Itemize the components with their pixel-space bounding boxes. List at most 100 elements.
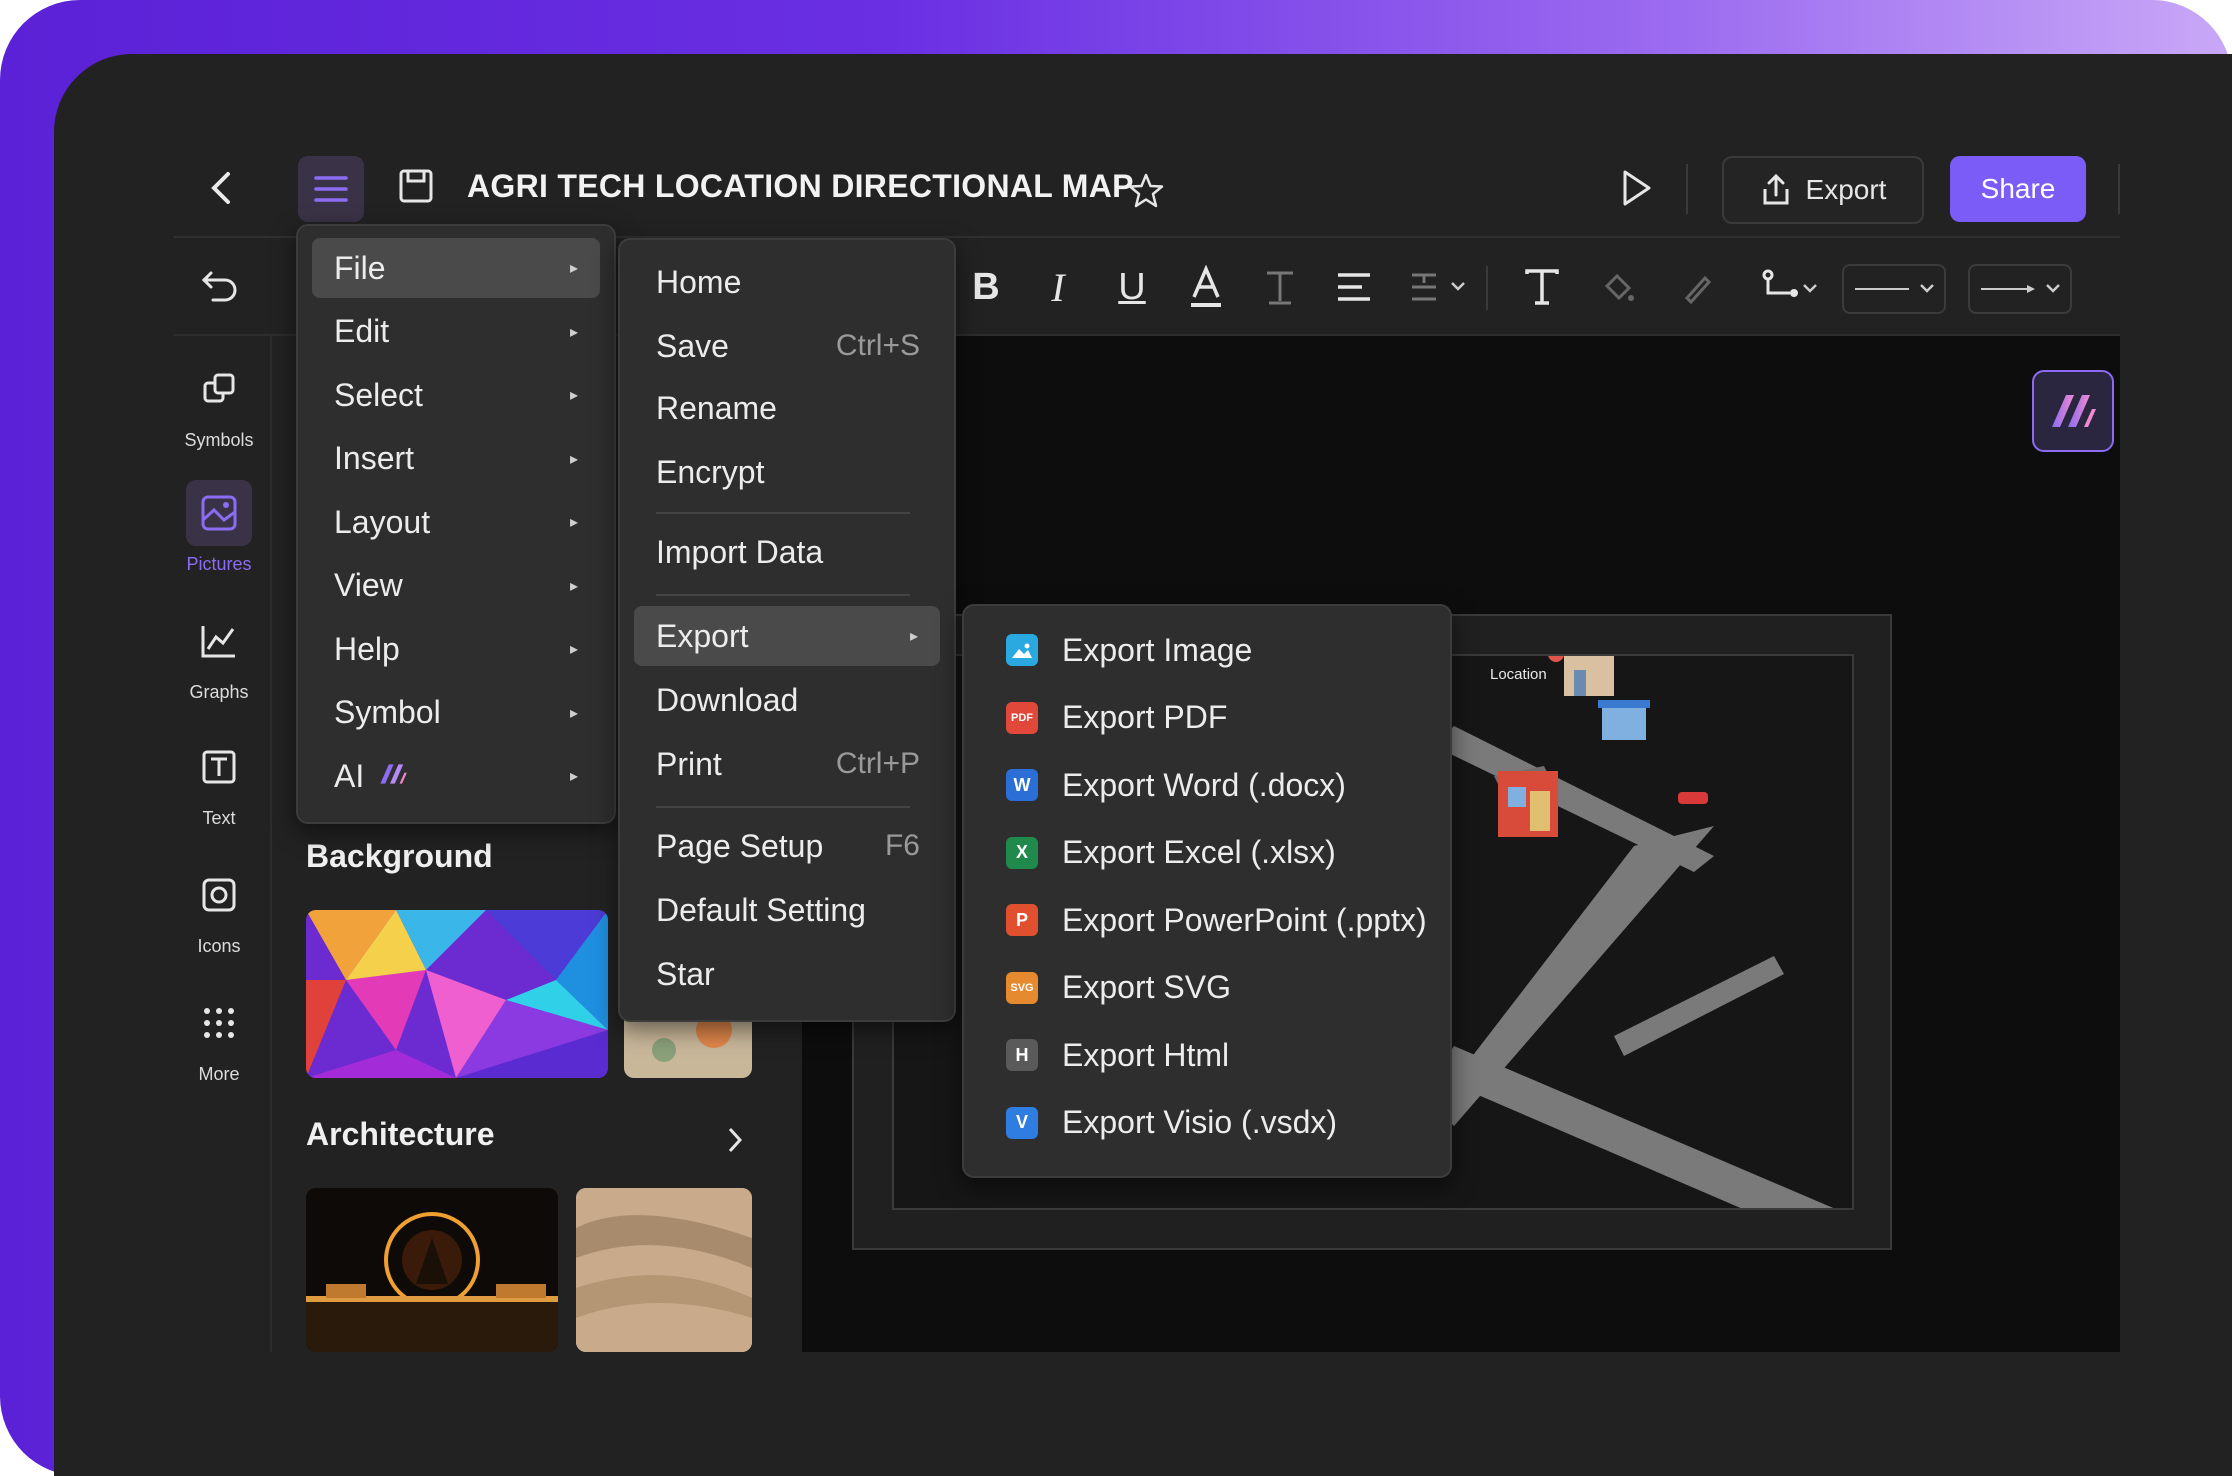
menu-rename-label: Rename <box>656 389 777 426</box>
export-menu-item[interactable]: V Export Visio (.vsdx) <box>978 1093 1436 1153</box>
chevron-right-icon: ▸ <box>569 387 578 404</box>
menu-download[interactable]: Download <box>634 670 940 730</box>
menu-export[interactable]: Export ▸ <box>634 606 940 666</box>
file-menu-item-layout[interactable]: Layout ▸ <box>312 492 600 552</box>
rail-item-label: More <box>198 1064 240 1084</box>
menu-rename[interactable]: Rename <box>634 378 940 438</box>
export-menu-item[interactable]: X Export Excel (.xlsx) <box>978 823 1436 883</box>
undo-button[interactable] <box>198 262 242 312</box>
arrow-style-dropdown[interactable] <box>1968 264 2072 314</box>
text-tool-button[interactable] <box>1520 262 1564 312</box>
chevron-right-icon: ▸ <box>569 514 578 531</box>
pictures-icon <box>186 480 252 546</box>
font-color-icon <box>1191 265 1221 307</box>
italic-button[interactable]: I <box>1040 262 1076 312</box>
file-menu-item-label: View <box>334 567 403 603</box>
menu-save[interactable]: Save Ctrl+S <box>634 316 940 376</box>
file-menu-item-file[interactable]: File ▸ <box>312 238 600 298</box>
export-menu-item[interactable]: PDF Export PDF <box>978 688 1436 748</box>
file-menu-item-help[interactable]: Help ▸ <box>312 619 600 679</box>
file-menu-item-label: Select <box>334 376 423 413</box>
file-menu-item-label: Symbol <box>334 694 441 730</box>
line-spacing-dropdown[interactable] <box>1408 262 1472 312</box>
architecture-thumb-night[interactable] <box>306 1188 558 1352</box>
menu-default-setting[interactable]: Default Setting <box>634 880 940 940</box>
file-menu-item-edit[interactable]: Edit ▸ <box>312 302 600 362</box>
document-title[interactable]: AGRI TECH LOCATION DIRECTIONAL MAP <box>467 168 1134 205</box>
graphs-icon <box>186 608 252 674</box>
menu-button[interactable] <box>298 156 364 222</box>
file-menu-item-label: Layout <box>334 503 431 540</box>
export-format-icon: V <box>1006 1106 1038 1139</box>
file-menu-item-label: File <box>334 249 386 286</box>
export-menu-item[interactable]: SVG Export SVG <box>978 958 1436 1018</box>
header-divider <box>1686 164 1688 214</box>
export-menu-item[interactable]: Export Image <box>978 620 1436 680</box>
export-menu-item[interactable]: H Export Html <box>978 1025 1436 1085</box>
file-menu-item-view[interactable]: View ▸ <box>312 556 600 616</box>
share-button[interactable]: Share <box>1950 156 2086 222</box>
menu-star[interactable]: Star <box>634 944 940 1004</box>
export-menu-item[interactable]: P Export PowerPoint (.pptx) <box>978 890 1436 950</box>
rail-item-more[interactable]: More <box>144 990 294 1085</box>
architecture-section-title: Architecture <box>306 1116 495 1152</box>
export-submenu: Export Image PDF Export PDF W Export Word (.… <box>962 604 1452 1178</box>
file-menu-item-ai[interactable]: AI ▸ <box>312 746 600 806</box>
save-icon-button[interactable] <box>396 166 436 206</box>
line-style-dropdown[interactable] <box>1842 264 1946 314</box>
export-button[interactable]: Export <box>1722 156 1924 224</box>
connector-dropdown[interactable] <box>1760 262 1824 312</box>
rail-item-graphs[interactable]: Graphs <box>144 608 294 703</box>
menu-print-shortcut: Ctrl+P <box>835 747 920 780</box>
align-button[interactable] <box>1334 262 1374 312</box>
rail-item-text[interactable]: Text <box>144 734 294 829</box>
underline-button[interactable]: U <box>1112 262 1152 312</box>
text-icon <box>186 734 252 800</box>
toolbar-divider <box>1486 266 1488 310</box>
pen-icon <box>1684 275 1712 304</box>
export-menu-item-label: Export Excel (.xlsx) <box>1062 834 1336 870</box>
menu-print[interactable]: Print Ctrl+P <box>634 734 940 794</box>
chevron-right-icon: ▸ <box>569 704 578 722</box>
menu-page-setup[interactable]: Page Setup F6 <box>634 816 940 876</box>
chevron-right-icon: ▸ <box>569 260 578 277</box>
menu-separator <box>656 594 910 596</box>
ai-assistant-button[interactable] <box>2032 370 2114 452</box>
rail-item-icons[interactable]: Icons <box>144 862 294 957</box>
file-menu-item-select[interactable]: Select ▸ <box>312 365 600 425</box>
menu-home-label: Home <box>656 263 742 300</box>
arrow-style-icon <box>1981 284 2060 293</box>
menu-encrypt[interactable]: Encrypt <box>634 442 940 502</box>
chevron-right-icon: ▸ <box>909 628 918 645</box>
fill-button[interactable] <box>1598 262 1638 312</box>
line-color-button[interactable] <box>1678 262 1718 312</box>
menu-import-label: Import Data <box>656 533 824 570</box>
menu-home[interactable]: Home <box>634 252 940 312</box>
text-strike-button[interactable] <box>1262 262 1298 312</box>
file-menu-item-insert[interactable]: Insert ▸ <box>312 429 600 489</box>
architecture-more-button[interactable] <box>720 1120 750 1160</box>
align-icon <box>1338 273 1370 301</box>
menu-import-data[interactable]: Import Data <box>634 522 940 582</box>
menu-star-label: Star <box>656 955 715 992</box>
export-format-icon: SVG <box>1006 971 1038 1004</box>
menu-default-setting-label: Default Setting <box>656 891 866 928</box>
rail-item-pictures[interactable]: Pictures <box>144 480 294 575</box>
export-format-icon: H <box>1006 1039 1038 1071</box>
night-architecture-image <box>306 1188 558 1352</box>
play-button[interactable] <box>1614 166 1658 210</box>
back-button[interactable] <box>196 160 246 216</box>
rail-item-symbols[interactable]: Symbols <box>144 356 294 451</box>
file-menu-item-symbol[interactable]: Symbol ▸ <box>312 683 600 743</box>
ai-logo-icon <box>2052 395 2096 427</box>
hamburger-icon <box>314 176 348 202</box>
architecture-thumb-dunes[interactable] <box>576 1188 752 1352</box>
rail-item-label: Graphs <box>189 682 249 702</box>
font-color-button[interactable] <box>1186 262 1226 312</box>
background-thumb-polygon[interactable] <box>306 910 608 1078</box>
menu-save-shortcut: Ctrl+S <box>835 329 920 362</box>
menu-separator <box>656 806 910 808</box>
bold-button[interactable]: B <box>966 262 1006 312</box>
export-menu-item[interactable]: W Export Word (.docx) <box>978 755 1436 815</box>
star-button[interactable] <box>1124 170 1168 212</box>
